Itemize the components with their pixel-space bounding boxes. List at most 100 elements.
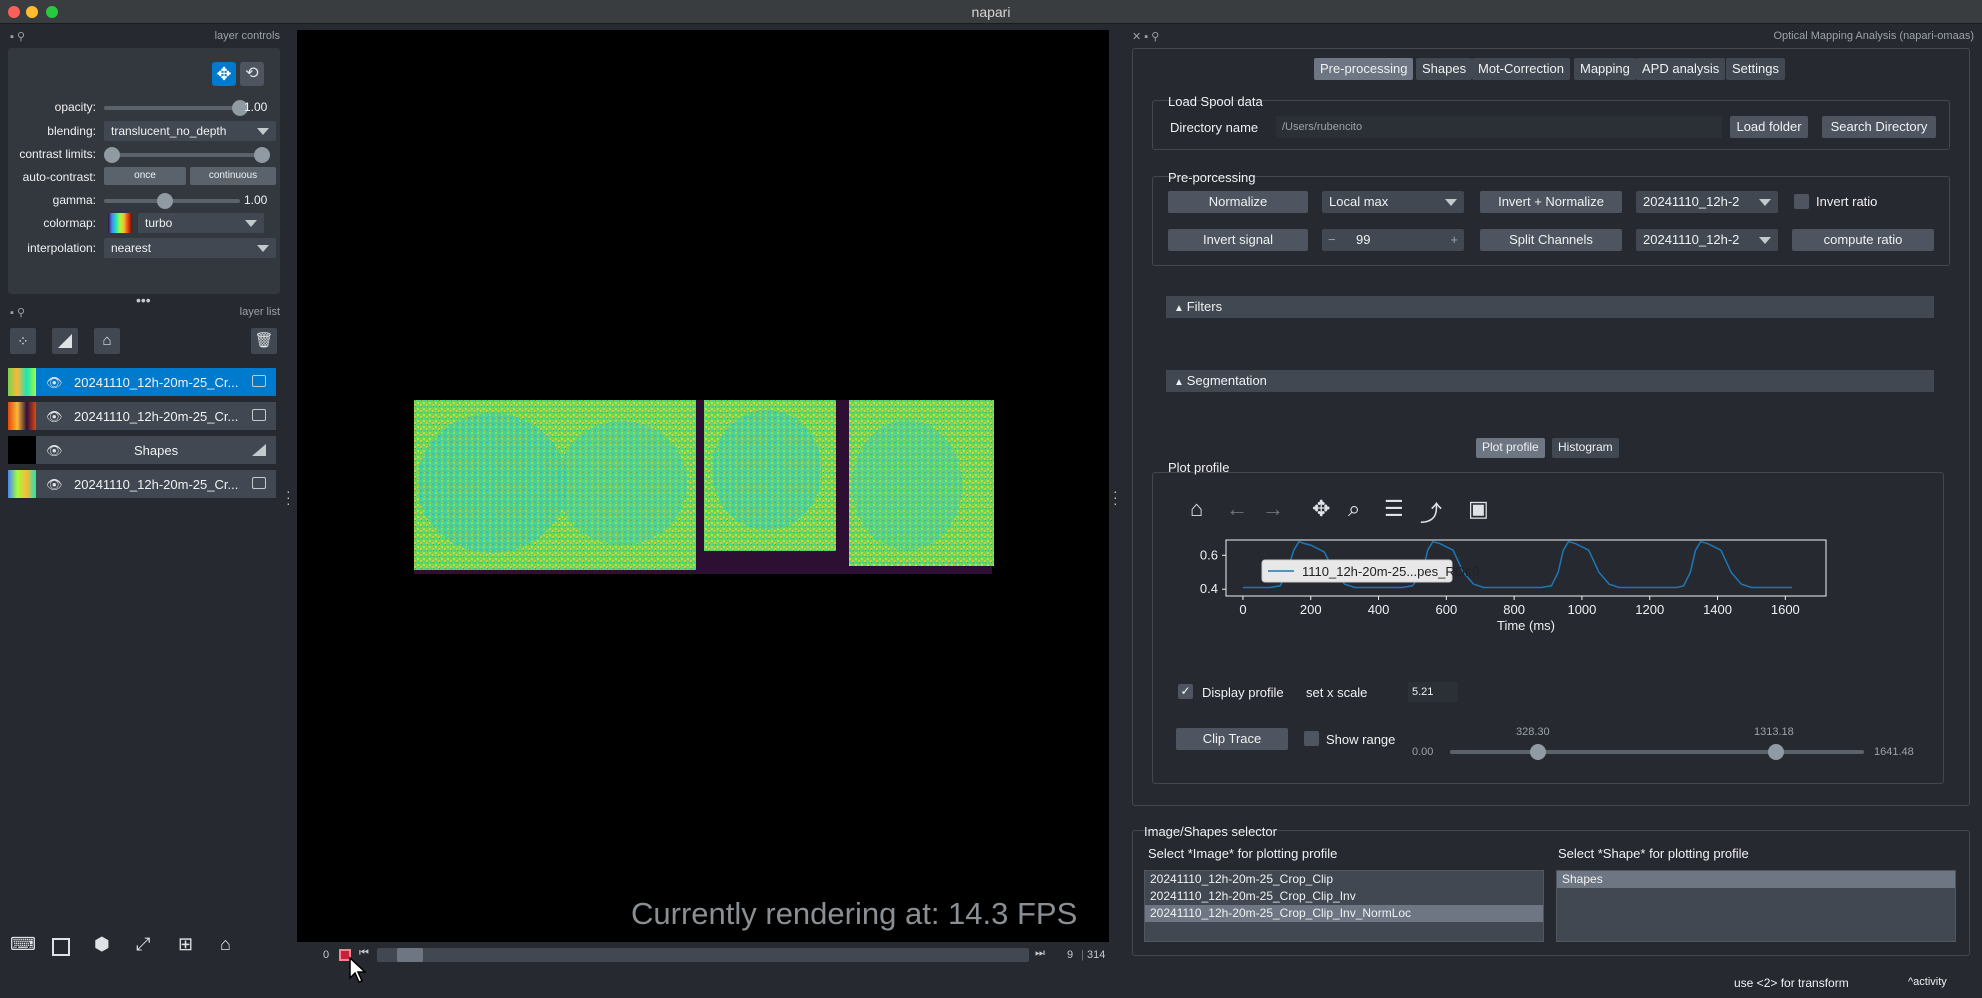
new-labels-layer-icon[interactable]: ⌂: [94, 328, 120, 354]
delete-layer-icon[interactable]: 🗑: [251, 328, 277, 354]
invert-signal-button[interactable]: Invert signal: [1168, 229, 1308, 251]
tab-mapping[interactable]: Mapping: [1574, 58, 1636, 80]
colormap-preview: [108, 213, 132, 233]
dims-slider-handle[interactable]: [396, 948, 423, 962]
dock-float-icon[interactable]: ▪ ⚲: [10, 30, 25, 43]
image-list[interactable]: 20241110_12h-20m-25_Crop_Clip 20241110_1…: [1144, 870, 1544, 942]
y-tick-label: 0.4: [1200, 581, 1218, 596]
chevron-down-icon: [245, 220, 257, 227]
blending-select[interactable]: translucent_no_depth: [104, 121, 276, 141]
edit-axis-icon[interactable]: ⤴: [1420, 496, 1442, 528]
load-folder-button[interactable]: Load folder: [1730, 116, 1808, 138]
spin-plus-button[interactable]: +: [1450, 232, 1458, 247]
tab-pre-processing[interactable]: Pre-processing: [1314, 58, 1414, 80]
home-icon[interactable]: ⌂: [1190, 496, 1203, 522]
layer-row[interactable]: 👁 20241110_12h-20m-25_Cr...: [8, 368, 276, 396]
normalize-button[interactable]: Normalize: [1168, 191, 1308, 213]
kernel-size-spinbox[interactable]: − 99 +: [1322, 229, 1464, 251]
dims-total: 314: [1087, 949, 1106, 961]
gamma-slider-handle[interactable]: [157, 193, 174, 209]
directory-input[interactable]: /Users/rubencito: [1276, 116, 1722, 138]
auto-contrast-continuous-button[interactable]: continuous: [190, 167, 276, 185]
shape-list[interactable]: Shapes: [1556, 870, 1956, 942]
colormap-select[interactable]: turbo: [138, 213, 264, 233]
range-low-handle[interactable]: [1530, 744, 1546, 760]
split-channels-button[interactable]: Split Channels: [1480, 229, 1622, 251]
configure-subplots-icon[interactable]: ☰: [1384, 496, 1404, 522]
grid-icon[interactable]: ⊞: [178, 934, 193, 955]
dock-close-icon[interactable]: ✕ ▪ ⚲: [1132, 30, 1159, 43]
layer-name[interactable]: 20241110_12h-20m-25_Cr...: [74, 375, 238, 390]
list-item[interactable]: 20241110_12h-20m-25_Crop_Clip_Inv_NormLo…: [1145, 905, 1543, 922]
norm-method-select[interactable]: Local max: [1322, 191, 1464, 213]
viewer-buttons: ⌨ ⬢ ⤢ ⊞ ⌂: [8, 934, 268, 962]
dock-float-icon[interactable]: ▪ ⚲: [10, 306, 25, 319]
invert-ratio-checkbox[interactable]: [1794, 194, 1809, 209]
dims-slider-track[interactable]: [377, 948, 1029, 962]
range-max-label: 1641.48: [1874, 746, 1914, 758]
eye-icon[interactable]: 👁: [46, 443, 63, 459]
display-profile-checkbox[interactable]: ✓: [1178, 684, 1193, 699]
colormap-label: colormap:: [43, 216, 96, 230]
transpose-icon[interactable]: ⤢: [136, 934, 150, 955]
tab-shapes[interactable]: Shapes: [1416, 58, 1473, 80]
ratio-image1-select[interactable]: 20241110_12h-2: [1636, 191, 1778, 213]
pan-zoom-icon[interactable]: ✥: [212, 62, 236, 86]
clip-trace-button[interactable]: Clip Trace: [1176, 728, 1288, 750]
layer-list-header: ▪ ⚲ layer list: [8, 306, 280, 320]
spin-value[interactable]: 99: [1356, 232, 1370, 247]
clip-range-slider[interactable]: [1450, 750, 1864, 754]
range-high-handle[interactable]: [1768, 744, 1784, 760]
contrast-limits-slider[interactable]: [112, 153, 268, 157]
tab-mot-correction[interactable]: Mot-Correction: [1472, 58, 1570, 80]
eye-icon[interactable]: 👁: [46, 477, 63, 493]
tab-apd-analysis[interactable]: APD analysis: [1636, 58, 1726, 80]
activity-button[interactable]: ^activity: [1908, 976, 1947, 988]
compute-ratio-button[interactable]: compute ratio: [1792, 229, 1934, 251]
splitter-handle[interactable]: · · ·: [286, 484, 291, 510]
splitter-handle[interactable]: · · ·: [1113, 484, 1118, 510]
opacity-slider[interactable]: [104, 106, 240, 110]
eye-icon[interactable]: 👁: [46, 375, 63, 391]
segmentation-collapsible[interactable]: ▲ Segmentation: [1166, 370, 1934, 392]
pan-icon[interactable]: ✥: [1312, 496, 1330, 522]
x-scale-input[interactable]: 5.21: [1408, 682, 1458, 702]
contrast-high-handle[interactable]: [254, 147, 270, 163]
save-figure-icon[interactable]: ▣: [1468, 496, 1489, 522]
search-directory-button[interactable]: Search Directory: [1822, 116, 1936, 138]
auto-contrast-once-button[interactable]: once: [104, 167, 186, 185]
transform-icon[interactable]: ⟲: [240, 62, 264, 86]
ratio-image2-select[interactable]: 20241110_12h-2: [1636, 229, 1778, 251]
show-range-checkbox[interactable]: [1304, 731, 1319, 746]
eye-icon[interactable]: 👁: [46, 409, 63, 425]
tab-settings[interactable]: Settings: [1726, 58, 1785, 80]
new-points-layer-icon[interactable]: ⁘: [10, 328, 36, 354]
layer-name[interactable]: Shapes: [134, 443, 178, 458]
spin-minus-button[interactable]: −: [1328, 232, 1336, 247]
layer-row[interactable]: 👁 20241110_12h-20m-25_Cr...: [8, 402, 276, 430]
layer-row[interactable]: 👁 20241110_12h-20m-25_Cr...: [8, 470, 276, 498]
tab-plot-profile[interactable]: Plot profile: [1476, 438, 1545, 458]
home-icon[interactable]: ⌂: [220, 934, 231, 955]
tab-histogram[interactable]: Histogram: [1552, 438, 1619, 458]
layer-name[interactable]: 20241110_12h-20m-25_Cr...: [74, 477, 238, 492]
list-item[interactable]: 20241110_12h-20m-25_Crop_Clip: [1145, 871, 1543, 888]
interpolation-select[interactable]: nearest: [104, 238, 276, 258]
filters-collapsible[interactable]: ▲ Filters: [1166, 296, 1934, 318]
forward-arrow-icon[interactable]: →: [1262, 496, 1284, 522]
back-arrow-icon[interactable]: ←: [1226, 496, 1248, 522]
list-item[interactable]: 20241110_12h-20m-25_Crop_Clip_Inv: [1145, 888, 1543, 905]
viewer-canvas[interactable]: Currently rendering at: 14.3 FPS: [297, 30, 1109, 942]
blending-label: blending:: [47, 124, 96, 138]
step-forward-icon[interactable]: ⏭: [1035, 947, 1045, 960]
list-item[interactable]: Shapes: [1557, 871, 1955, 888]
contrast-low-handle[interactable]: [104, 147, 120, 163]
invert-normalize-button[interactable]: Invert + Normalize: [1480, 191, 1622, 213]
layer-name[interactable]: 20241110_12h-20m-25_Cr...: [74, 409, 238, 424]
new-shapes-layer-icon[interactable]: [52, 328, 78, 354]
roll-dims-icon[interactable]: ⬢: [94, 934, 110, 955]
zoom-icon[interactable]: ⌕: [1348, 496, 1360, 522]
layer-row[interactable]: 👁 Shapes: [8, 436, 276, 464]
ndisplay-icon[interactable]: [52, 938, 70, 956]
console-icon[interactable]: ⌨: [10, 934, 36, 955]
